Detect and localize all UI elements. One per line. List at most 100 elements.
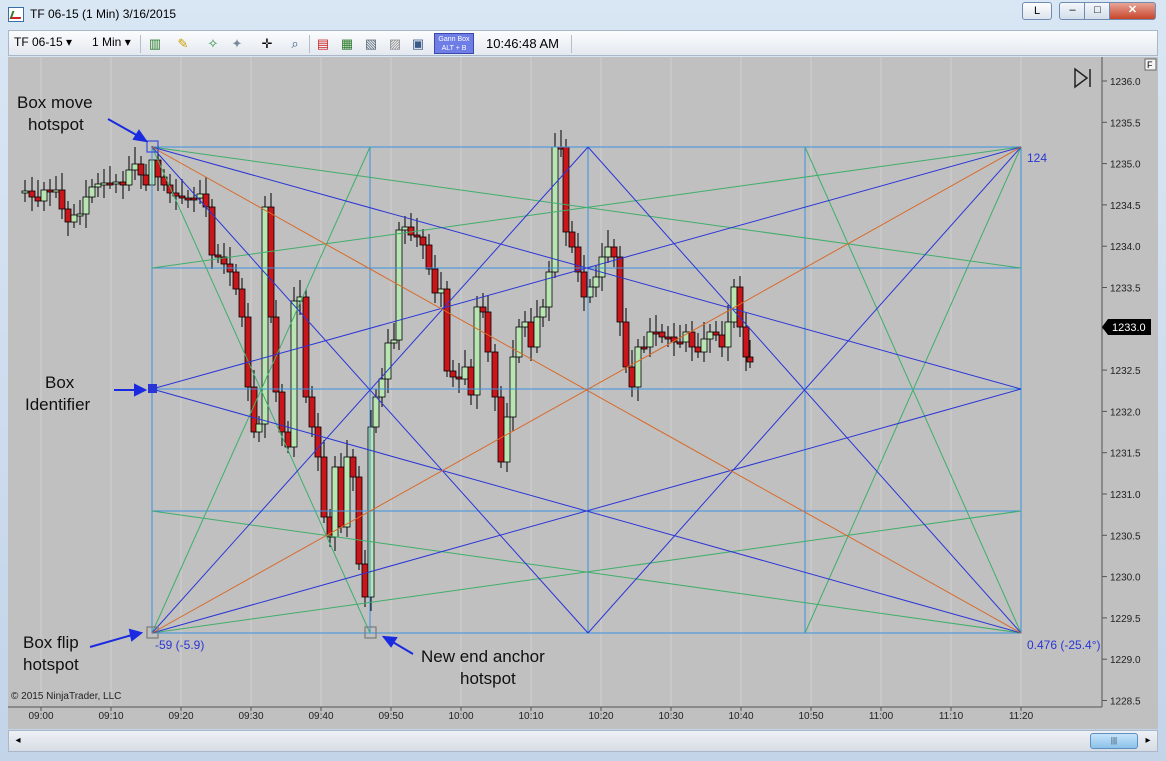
annotation-box-identifier: Box xyxy=(45,373,75,392)
candle-body xyxy=(46,189,54,193)
price-tick-label: 1231.5 xyxy=(1110,449,1141,460)
horizontal-scrollbar[interactable]: ◂ ||| ▸ xyxy=(8,730,1158,752)
price-tick-label: 1236.0 xyxy=(1110,77,1141,88)
candle-body xyxy=(455,376,463,380)
candle-body xyxy=(261,206,269,425)
gann-box-button[interactable]: Gann Box ALT + B xyxy=(434,33,474,54)
candle-body xyxy=(214,254,222,258)
candle-body xyxy=(94,183,102,188)
instrument-label: TF 06-15 xyxy=(14,35,63,49)
zoom-icon[interactable]: ⌕ xyxy=(287,36,303,52)
scroll-right-icon[interactable]: ▸ xyxy=(1141,733,1155,749)
candle-body xyxy=(125,169,133,186)
chevron-down-icon: ▾ xyxy=(124,35,131,49)
data-box-icon[interactable]: ▨ xyxy=(387,36,403,52)
candle-body xyxy=(718,334,726,348)
candle-body xyxy=(539,306,547,318)
candle-body xyxy=(196,193,204,199)
candle-body xyxy=(106,182,114,186)
toolbar-divider xyxy=(309,35,310,53)
candle-body xyxy=(628,366,636,388)
candle-body xyxy=(437,288,445,294)
time-tick-label: 10:30 xyxy=(658,711,683,722)
candle-body xyxy=(320,456,328,518)
candle-body xyxy=(746,356,754,363)
drawing-tool-icon[interactable]: ✎ xyxy=(175,36,191,52)
candle-body xyxy=(238,288,246,318)
candle-body xyxy=(449,370,457,378)
candle-body xyxy=(664,336,672,340)
properties-icon[interactable]: ▧ xyxy=(363,36,379,52)
candle-body xyxy=(407,226,415,236)
chart-trader-icon[interactable]: ▣ xyxy=(410,36,426,52)
candle-body xyxy=(425,244,433,270)
remove-drawing-icon[interactable]: ✦ xyxy=(229,36,245,52)
interval-selector[interactable]: 1 Min ▾ xyxy=(92,35,131,49)
price-tick-label: 1235.5 xyxy=(1110,118,1141,129)
candle-body xyxy=(688,331,696,348)
candle-body xyxy=(361,563,369,598)
candle-body xyxy=(568,231,576,248)
candle-body xyxy=(401,226,409,231)
toolbar-divider xyxy=(571,35,572,53)
price-tick-label: 1235.0 xyxy=(1110,160,1141,171)
candle-body xyxy=(712,331,720,336)
strategies-icon[interactable]: ▦ xyxy=(339,36,355,52)
box-identifier-handle[interactable] xyxy=(148,384,157,393)
candle-body xyxy=(527,321,535,348)
layout-button[interactable]: L xyxy=(1022,2,1052,20)
candle-body xyxy=(700,338,708,353)
time-tick-label: 11:00 xyxy=(869,711,894,722)
candle-body xyxy=(112,181,120,185)
close-button[interactable]: ✕ xyxy=(1109,2,1156,20)
candle-body xyxy=(736,286,744,328)
price-tick-label: 1229.5 xyxy=(1110,614,1141,625)
annotation-box-move-line2: hotspot xyxy=(28,115,84,134)
price-tick-label: 1228.5 xyxy=(1110,697,1141,708)
instrument-selector[interactable]: TF 06-15 ▾ xyxy=(14,35,72,49)
chart-panel[interactable]: 124 -59 (-5.9) 0.476 (-25.4°) 1236.0 1235… xyxy=(8,57,1158,729)
indicators-icon[interactable]: ▤ xyxy=(315,36,331,52)
scroll-left-icon[interactable]: ◂ xyxy=(11,733,25,749)
candle-body xyxy=(652,331,660,335)
current-price-label: 1233.0 xyxy=(1112,322,1146,334)
candle-body xyxy=(154,159,162,178)
chart-toolbar: TF 06-15 ▾ 1 Min ▾ ▥ ✎ ✧ ✦ ✛ ⌕ ▤ ▦ ▧ ▨ ▣… xyxy=(8,30,1158,56)
candle-body xyxy=(616,256,624,323)
candle-body xyxy=(646,331,654,348)
candle-body xyxy=(40,189,48,202)
candle-body xyxy=(76,213,84,217)
title-bar[interactable]: TF 06-15 (1 Min) 3/16/2015 L – □ ✕ xyxy=(0,0,1166,28)
candle-body xyxy=(730,286,738,323)
candle-body xyxy=(378,378,386,398)
candle-body xyxy=(390,339,398,344)
time-tick-label: 11:20 xyxy=(1009,711,1034,722)
gann-top-right-label: 124 xyxy=(1027,151,1047,165)
price-tick-label: 1229.0 xyxy=(1110,655,1141,666)
candle-body xyxy=(34,196,42,202)
candle-body xyxy=(331,466,339,538)
candle-body xyxy=(232,271,240,290)
minimize-button[interactable]: – xyxy=(1059,2,1086,20)
candle-body xyxy=(52,189,60,193)
f-button-label: F xyxy=(1147,60,1153,70)
candle-body xyxy=(82,196,90,215)
candle-body xyxy=(592,276,600,288)
price-tick-label: 1233.5 xyxy=(1110,284,1141,295)
candle-body xyxy=(484,311,492,353)
candle-body xyxy=(497,396,505,463)
chevron-down-icon: ▾ xyxy=(66,35,73,49)
snap-icon[interactable]: ✧ xyxy=(205,36,221,52)
bar-type-icon[interactable]: ▥ xyxy=(147,36,163,52)
candle-body xyxy=(521,321,529,328)
candle-body xyxy=(598,256,606,278)
maximize-button[interactable]: □ xyxy=(1084,2,1111,20)
time-tick-label: 09:10 xyxy=(98,711,123,722)
scrollbar-thumb[interactable]: ||| xyxy=(1090,733,1138,749)
crosshair-icon[interactable]: ✛ xyxy=(259,36,275,52)
time-tick-label: 09:20 xyxy=(168,711,193,722)
candle-body xyxy=(413,234,421,238)
chart-app-icon xyxy=(8,7,24,22)
candle-body xyxy=(255,423,263,433)
price-chart[interactable]: 124 -59 (-5.9) 0.476 (-25.4°) 1236.0 1235… xyxy=(8,57,1158,729)
